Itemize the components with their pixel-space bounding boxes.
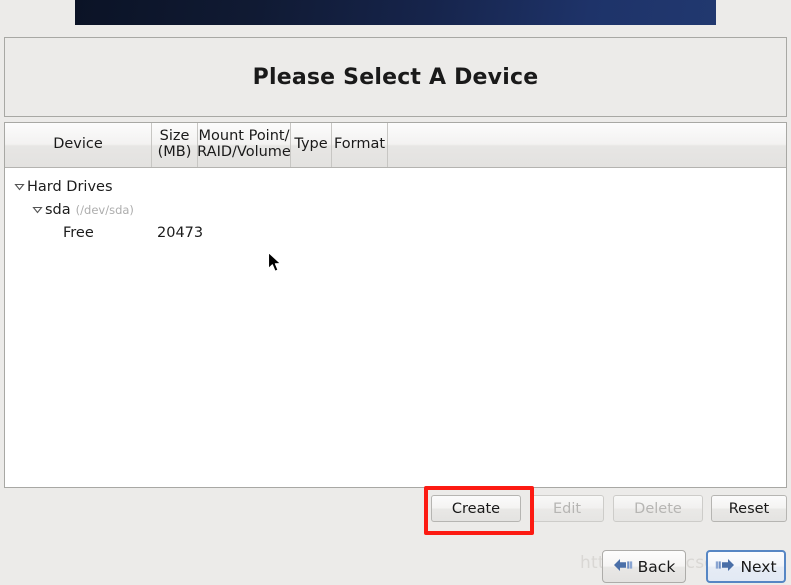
page-title: Please Select A Device [252,64,539,90]
triangle-down-icon[interactable] [29,202,45,218]
table-header-row: Device Size (MB) Mount Point/ RAID/Volum… [5,123,786,168]
column-header-format[interactable]: Format [332,123,388,167]
device-name: Free [63,224,94,241]
device-path: (/dev/sda) [75,202,134,217]
next-button-label: Next [740,557,777,576]
table-row[interactable]: Free 20473 [5,221,786,244]
action-button-bar: Create Edit Delete Reset [4,489,787,529]
device-table-panel: Device Size (MB) Mount Point/ RAID/Volum… [4,122,787,488]
column-header-mount-line2: RAID/Volume [197,144,291,160]
back-button[interactable]: Back [602,550,686,583]
back-button-label: Back [637,557,676,576]
table-row[interactable]: sda (/dev/sda) [5,198,786,221]
delete-button[interactable]: Delete [613,495,703,522]
device-name: sda [45,201,71,218]
column-header-device[interactable]: Device [5,123,152,167]
edit-button[interactable]: Edit [530,495,604,522]
installer-banner [75,0,716,25]
arrow-right-icon [715,556,735,578]
column-header-size-line2: (MB) [157,144,192,160]
triangle-down-icon[interactable] [11,179,27,195]
column-header-size[interactable]: Size (MB) [152,123,198,167]
column-header-spacer [388,123,786,167]
device-size: 20473 [157,224,204,241]
device-name: Hard Drives [27,178,113,195]
table-row[interactable]: Hard Drives [5,175,786,198]
column-header-mount-line1: Mount Point/ [198,128,290,145]
column-header-size-line1: Size [159,128,190,145]
next-button[interactable]: Next [706,550,786,583]
create-button[interactable]: Create [431,495,521,522]
reset-button[interactable]: Reset [711,495,787,522]
device-tree[interactable]: Hard Drives sda (/dev/sda) Free 20473 [5,168,786,487]
column-header-type[interactable]: Type [291,123,332,167]
arrow-left-icon [613,556,633,578]
title-panel: Please Select A Device [4,37,787,117]
column-header-mount-point[interactable]: Mount Point/ RAID/Volume [197,123,291,167]
navigation-bar: Back Next [0,549,791,585]
